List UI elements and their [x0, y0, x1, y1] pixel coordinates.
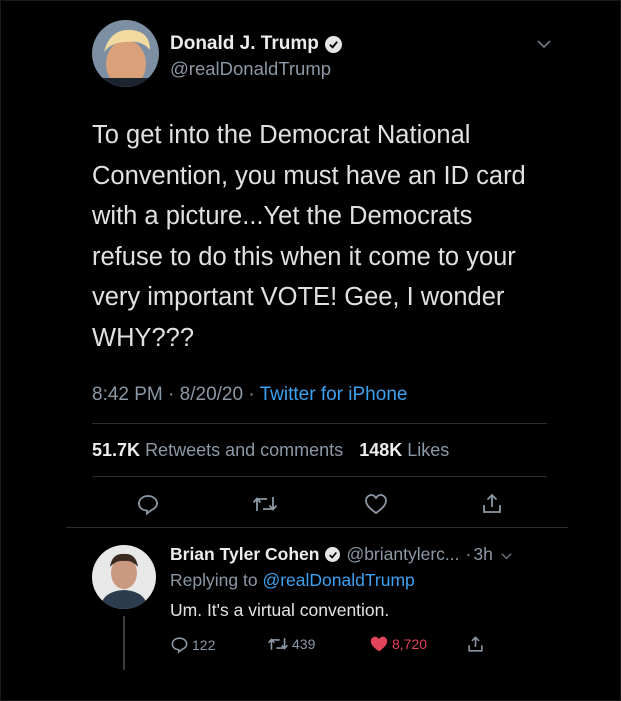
- author-name-row: Donald J. Trump: [170, 33, 342, 55]
- tweet-date: 8/20/20: [179, 384, 244, 405]
- reply-like-button[interactable]: 8,720: [369, 635, 427, 653]
- author-handle[interactable]: @realDonaldTrump: [170, 58, 331, 80]
- reply-header: Brian Tyler Cohen @briantylerc... · 3h: [170, 544, 512, 565]
- like-icon: [370, 636, 388, 652]
- retweet-button[interactable]: [250, 489, 280, 519]
- meta-separator: ·: [168, 384, 175, 405]
- tweet-text: To get into the Democrat National Conven…: [92, 121, 526, 352]
- retweets-label[interactable]: Retweets and comments: [145, 440, 343, 460]
- reply-button[interactable]: [133, 489, 163, 519]
- reply-reply-button[interactable]: 122: [170, 635, 215, 654]
- replying-to: Replying to @realDonaldTrump: [170, 570, 415, 591]
- share-button[interactable]: [477, 489, 507, 519]
- author-name[interactable]: Donald J. Trump: [170, 33, 319, 55]
- reply-count: 122: [192, 636, 216, 653]
- retweet-count: 439: [292, 636, 316, 652]
- verified-badge-icon: [324, 35, 342, 53]
- chevron-down-icon[interactable]: [501, 544, 512, 565]
- reply-icon: [138, 495, 158, 516]
- share-icon: [468, 636, 483, 652]
- share-icon: [483, 493, 501, 513]
- tweet-source-link[interactable]: Twitter for iPhone: [260, 384, 408, 405]
- replying-prefix: Replying to: [170, 570, 258, 590]
- likes-label[interactable]: Likes: [407, 440, 449, 460]
- retweets-count[interactable]: 51.7K: [92, 440, 140, 460]
- meta-separator: ·: [248, 384, 255, 405]
- author-avatar[interactable]: [92, 20, 159, 87]
- reply-retweet-button[interactable]: 439: [267, 635, 315, 653]
- tweet-meta: 8:42 PM · 8/20/20 · Twitter for iPhone: [92, 384, 407, 406]
- reply-author-name[interactable]: Brian Tyler Cohen: [170, 544, 319, 565]
- like-count: 8,720: [392, 636, 428, 652]
- reply-author-avatar[interactable]: [92, 545, 156, 609]
- reply-author-handle[interactable]: @briantylerc...: [346, 544, 459, 565]
- chevron-down-icon[interactable]: [537, 36, 551, 54]
- like-icon: [365, 494, 387, 515]
- meta-separator: ·: [465, 544, 472, 564]
- like-button[interactable]: [361, 489, 391, 519]
- likes-count[interactable]: 148K: [359, 440, 402, 460]
- tweet-time: 8:42 PM: [92, 384, 163, 405]
- verified-badge-icon: [325, 547, 341, 562]
- divider: [66, 527, 568, 528]
- reply-share-button[interactable]: [466, 635, 485, 654]
- divider: [92, 476, 547, 477]
- thread-line: [123, 616, 125, 670]
- retweet-icon: [267, 638, 289, 650]
- reply-text: Um. It's a virtual convention.: [170, 600, 390, 620]
- reply-icon: [171, 637, 188, 654]
- replying-to-link[interactable]: @realDonaldTrump: [262, 570, 414, 590]
- reply-age: 3h: [473, 544, 493, 564]
- retweet-icon: [252, 497, 278, 511]
- divider: [92, 423, 547, 424]
- tweet-stats: 51.7K Retweets and comments 148K Likes: [92, 440, 449, 461]
